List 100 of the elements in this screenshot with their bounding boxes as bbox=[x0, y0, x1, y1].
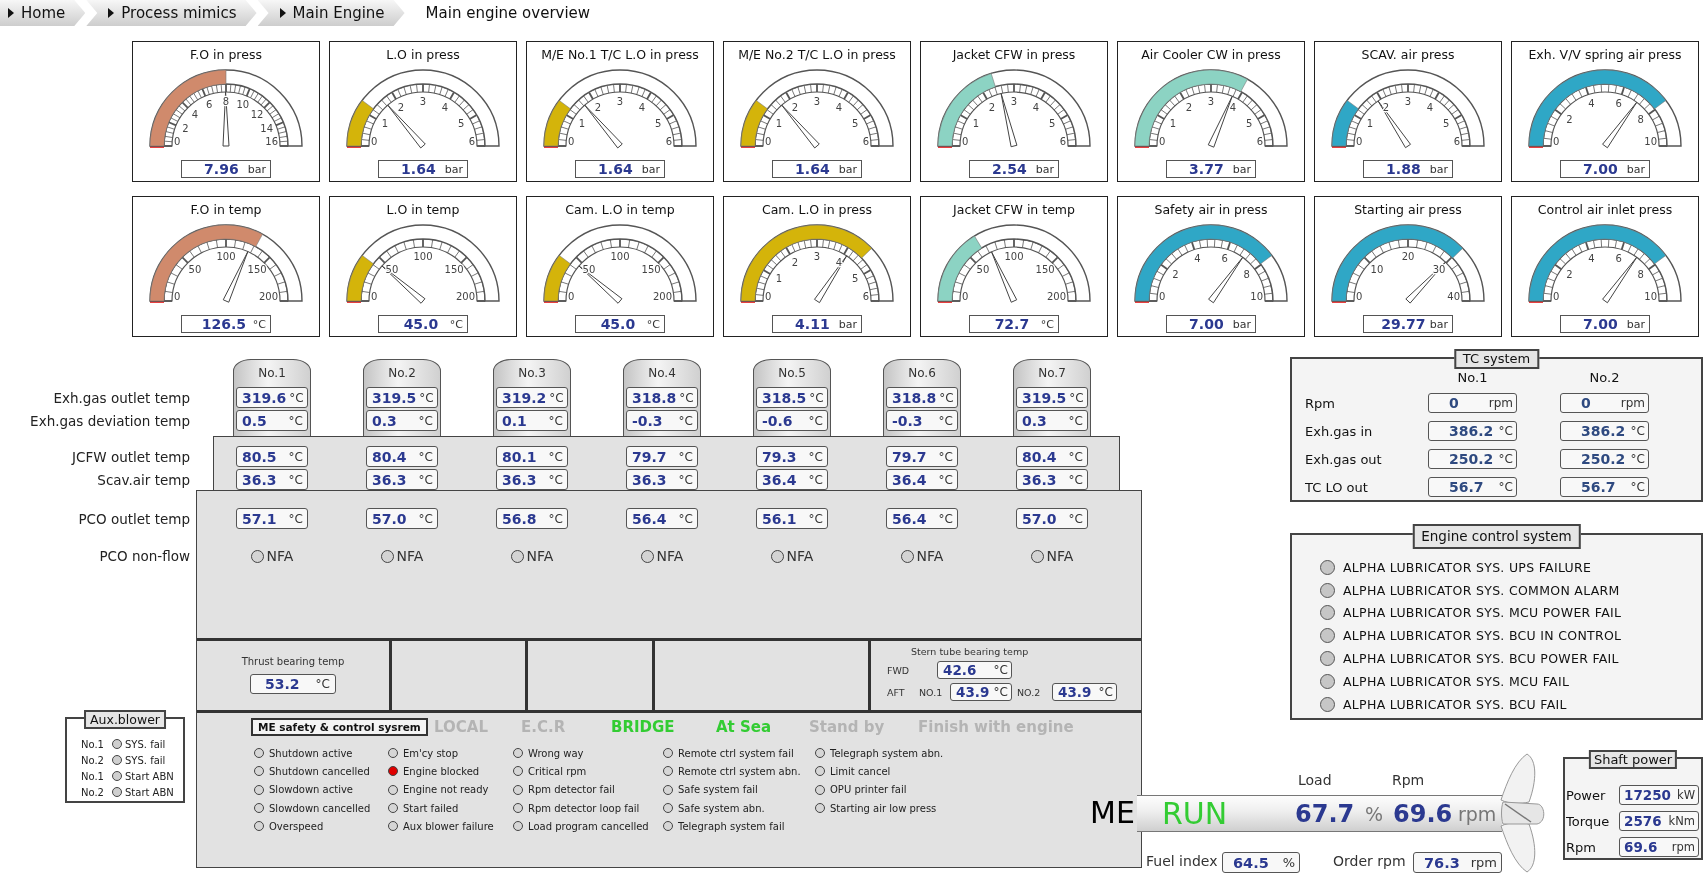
unit-label: °C bbox=[288, 413, 303, 428]
gauge-title: Air Cooler CW in press bbox=[1141, 47, 1281, 64]
scale-label: 0 bbox=[568, 291, 575, 302]
readout-value: 0 bbox=[1449, 395, 1460, 411]
column-header: No.1 bbox=[1456, 370, 1489, 385]
unit-label: °C bbox=[1498, 452, 1513, 466]
scale-label: 0 bbox=[1553, 136, 1560, 147]
scale-label: 0 bbox=[765, 136, 772, 147]
unit-label: °C bbox=[938, 413, 953, 428]
breadcrumb-item[interactable]: Home bbox=[0, 0, 86, 26]
unit-label: °C bbox=[678, 511, 693, 526]
alarm-label: Safe system abn. bbox=[678, 802, 765, 814]
readout-value: 7.00 bbox=[1582, 316, 1619, 332]
scale-label: 4 bbox=[1194, 253, 1201, 265]
readout-value: 319.5 bbox=[1022, 389, 1067, 406]
scale-label: 5 bbox=[851, 273, 859, 284]
scale-label: 2 bbox=[1172, 269, 1179, 281]
readout-value: -0.3 bbox=[892, 412, 923, 429]
row-label: Power bbox=[1566, 787, 1607, 803]
scale-label: 4 bbox=[441, 101, 449, 113]
scale-label: 0 bbox=[174, 136, 181, 147]
scale-label: 4 bbox=[191, 108, 199, 120]
scale-label: 14 bbox=[260, 123, 273, 135]
alarm-label: Telegraph system abn. bbox=[830, 747, 944, 759]
scale-label: 5 bbox=[1442, 118, 1450, 129]
unit-label: bar bbox=[1626, 162, 1645, 176]
scale-label: 1 bbox=[775, 118, 783, 129]
scale-label: 6 bbox=[1059, 136, 1066, 147]
readout-value: 1.64 bbox=[400, 161, 437, 177]
unit-label: °C bbox=[993, 685, 1008, 699]
scale-label: 5 bbox=[1048, 118, 1056, 129]
scale-label: 6 bbox=[665, 136, 672, 147]
unit-label: °C bbox=[288, 511, 303, 526]
section-label: Stern tube bearing temp bbox=[911, 646, 1030, 657]
scale-label: 50 bbox=[188, 263, 202, 275]
readout-value: 36.4 bbox=[892, 471, 927, 488]
readout-value: 0.3 bbox=[1022, 412, 1047, 429]
scale-label: 1 bbox=[972, 118, 980, 129]
unit-label: °C bbox=[1069, 390, 1084, 405]
scale-label: 6 bbox=[1615, 98, 1622, 110]
readout-value: -0.3 bbox=[632, 412, 663, 429]
readout-value: 56.4 bbox=[632, 510, 667, 527]
row-label: Exh.gas in bbox=[1305, 423, 1374, 439]
scale-label: 100 bbox=[610, 251, 630, 262]
section-button[interactable]: ME safety & control sysrem bbox=[251, 718, 428, 736]
scale-label: 2 bbox=[594, 101, 602, 113]
scale-label: 10 bbox=[1644, 136, 1657, 147]
scale-label: 4 bbox=[638, 101, 646, 113]
unit-label: °C bbox=[646, 317, 660, 331]
readout-value: 3.77 bbox=[1188, 161, 1225, 177]
breadcrumb-item[interactable]: Main Engine bbox=[257, 0, 405, 26]
scale-label: 6 bbox=[1453, 136, 1460, 147]
unit-label: °C bbox=[993, 663, 1008, 677]
unit-label: rpm bbox=[1470, 855, 1497, 870]
unit-label: °C bbox=[678, 449, 693, 464]
unit-label: rpm bbox=[1458, 802, 1498, 825]
unit-label: kNm bbox=[1668, 814, 1695, 828]
gauge-title: Starting air press bbox=[1354, 202, 1462, 219]
readout-value: 7.96 bbox=[203, 161, 240, 177]
scale-label: 0 bbox=[962, 291, 969, 302]
scale-label: 0 bbox=[1356, 291, 1363, 302]
readout-value: 56.8 bbox=[502, 510, 537, 527]
unit-label: °C bbox=[938, 449, 953, 464]
scale-label: 1 bbox=[578, 118, 586, 129]
unit-label: °C bbox=[548, 449, 563, 464]
unit-label: No.2 bbox=[81, 786, 105, 798]
scale-label: 0 bbox=[1159, 136, 1166, 147]
alarm-label: Overspeed bbox=[269, 820, 324, 832]
alarm-label: OPU printer fail bbox=[830, 784, 907, 796]
unit-label: °C bbox=[808, 472, 823, 487]
unit-label: °C bbox=[548, 472, 563, 487]
cylinder-label: No.4 bbox=[648, 365, 676, 380]
scale-label: 0 bbox=[371, 136, 378, 147]
gauge-title: Jacket CFW in press bbox=[952, 47, 1076, 64]
readout-value: 250.2 bbox=[1581, 451, 1627, 467]
readout-value: 79.7 bbox=[632, 448, 667, 465]
readout-value: 36.3 bbox=[372, 471, 407, 488]
scale-label: 4 bbox=[835, 256, 843, 268]
scale-label: 5 bbox=[1245, 118, 1253, 129]
unit-label: No.2 bbox=[81, 754, 105, 766]
readout-value: 0.1 bbox=[502, 412, 527, 429]
readout-value: 79.3 bbox=[762, 448, 797, 465]
readout-value: 79.7 bbox=[892, 448, 927, 465]
alarm-label: Safe system fail bbox=[678, 784, 758, 796]
unit-label: °C bbox=[1068, 511, 1083, 526]
scale-label: 2 bbox=[397, 101, 405, 113]
engine-label: ME bbox=[1090, 795, 1135, 830]
lamp-label: NFA bbox=[1046, 548, 1074, 564]
scale-label: 200 bbox=[1046, 291, 1066, 302]
unit-label: rpm bbox=[1671, 840, 1695, 854]
unit-label: °C bbox=[252, 317, 266, 331]
unit-label: % bbox=[1282, 855, 1295, 870]
readout-value: 4.11 bbox=[794, 316, 831, 332]
readout-value: 36.4 bbox=[762, 471, 797, 488]
gauge-title: Safety air in press bbox=[1154, 202, 1268, 219]
scale-label: 0 bbox=[962, 136, 969, 147]
readout-value: 56.1 bbox=[762, 510, 797, 527]
breadcrumb-item[interactable]: Process mimics bbox=[86, 0, 257, 26]
readout-value: 36.3 bbox=[502, 471, 537, 488]
alarm-label: ALPHA LUBRICATOR SYS. UPS FAILURE bbox=[1343, 559, 1592, 575]
